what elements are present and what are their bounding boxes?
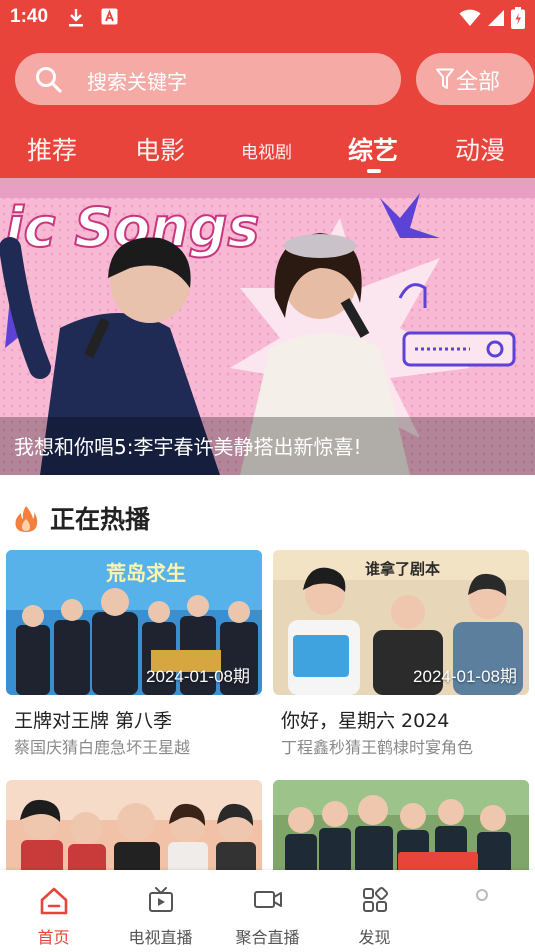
fire-icon	[15, 506, 38, 532]
video-camera-icon	[253, 891, 282, 908]
text-notification-icon	[101, 8, 118, 25]
show-art-text: 谁拿了剧本	[365, 560, 440, 578]
show-card[interactable]: 谁拿了剧本 2024-01-08期 你好，星期六 2024 丁程鑫秒猜王鹤棣时宴…	[273, 550, 529, 760]
nav-home[interactable]: 首页	[0, 870, 107, 952]
show-title: 你好，星期六 2024	[281, 710, 450, 732]
status-time: 1:40	[10, 6, 49, 27]
show-title: 王牌对王牌 第八季	[14, 710, 173, 732]
filter-all-label: 全部	[456, 70, 501, 95]
app-header: 1:40 搜索关键字 全部 推荐 电影 电视剧 综艺 动漫	[0, 0, 535, 178]
section-title: 正在热播	[50, 505, 151, 534]
status-bar: 1:40	[0, 0, 535, 36]
tab-tv-series[interactable]: 电视剧	[241, 138, 292, 163]
show-subtitle: 蔡国庆猜白鹿急坏王星越	[14, 738, 191, 757]
show-thumbnail[interactable]: 荒岛求生 2024-01-08期	[6, 550, 262, 695]
banner-caption: 我想和你唱5:李宇春许美静搭出新惊喜!	[14, 435, 362, 459]
nav-tv-live-label: 电视直播	[128, 928, 193, 947]
show-card[interactable]: 荒岛求生 2024-01-08期 王牌对王牌 第八季 蔡国庆猜白鹿急坏王星越	[6, 550, 262, 760]
tab-recommend[interactable]: 推荐	[27, 131, 77, 167]
filter-icon	[436, 68, 454, 89]
nav-tv-live[interactable]: 电视直播	[107, 870, 214, 952]
show-subtitle: 丁程鑫秒猜王鹤棣时宴角色	[281, 738, 474, 757]
active-tab-indicator	[367, 169, 381, 173]
nav-discover-label: 发现	[358, 928, 391, 947]
download-icon	[69, 9, 83, 27]
episode-date: 2024-01-08期	[413, 667, 517, 686]
tab-anime[interactable]: 动漫	[455, 131, 505, 167]
nav-profile[interactable]	[428, 870, 535, 952]
profile-icon	[475, 889, 488, 901]
search-placeholder: 搜索关键字	[87, 70, 187, 94]
battery-icon	[511, 7, 525, 29]
episode-date: 2024-01-08期	[146, 667, 250, 686]
grid-icon	[362, 886, 388, 912]
nav-aggregated-live[interactable]: 聚合直播	[214, 870, 321, 952]
show-art-text: 荒岛求生	[106, 561, 186, 585]
show-card[interactable]	[6, 780, 262, 925]
signal-icon	[488, 10, 504, 26]
search-icon	[36, 67, 62, 93]
tv-icon	[148, 887, 173, 912]
home-icon	[40, 887, 67, 915]
show-card[interactable]	[273, 780, 529, 925]
status-icons	[459, 7, 525, 29]
tab-variety[interactable]: 综艺	[348, 131, 398, 167]
show-thumbnail[interactable]: 谁拿了剧本 2024-01-08期	[273, 550, 529, 695]
nav-discover[interactable]: 发现	[321, 870, 428, 952]
nav-home-label: 首页	[37, 928, 70, 947]
bottom-navigation: 首页 电视直播 聚合直播 发现	[0, 870, 535, 952]
wifi-icon	[459, 9, 481, 26]
tab-movies[interactable]: 电影	[135, 131, 185, 167]
filter-all-button[interactable]: 全部	[416, 53, 534, 105]
search-input[interactable]: 搜索关键字	[15, 53, 401, 105]
featured-banner[interactable]: ic Songs 我想和你唱5:李宇春许美静搭出新惊喜!	[0, 178, 535, 475]
nav-aggregated-live-label: 聚合直播	[235, 928, 300, 947]
category-tabs: 推荐 电影 电视剧 综艺 动漫	[0, 125, 535, 175]
